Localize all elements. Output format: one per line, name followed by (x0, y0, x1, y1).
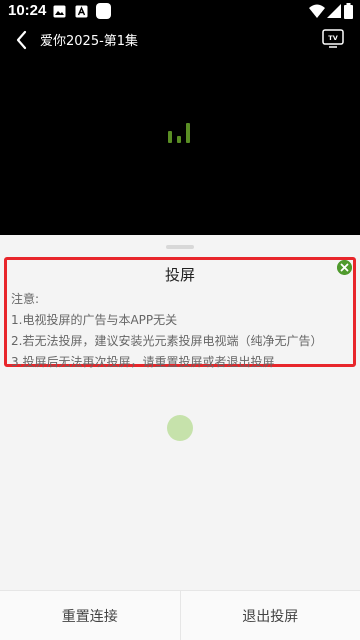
svg-text:TV: TV (328, 34, 337, 42)
notice-line: 1.电视投屏的广告与本APP无关 (11, 313, 178, 327)
notice-heading: 注意: (11, 292, 40, 306)
a-icon (75, 5, 88, 18)
video-title-bar: 爱你2025-第1集 TV (0, 24, 360, 54)
bottom-action-bar: 重置连接 退出投屏 (0, 590, 360, 640)
app-icon (96, 3, 111, 19)
battery-icon (344, 3, 353, 19)
notice-lines: 注意: 1.电视投屏的广告与本APP无关 2.若无法投屏，建议安装光元素投屏电视… (11, 289, 349, 373)
image-icon (53, 5, 66, 18)
cast-sheet: 投屏 注意: 1.电视投屏的广告与本APP无关 2.若无法投屏，建议安装光元素投… (0, 235, 360, 640)
loading-bars-icon (168, 123, 190, 143)
status-bar: 10:24 (0, 0, 360, 24)
status-time: 10:24 (8, 2, 47, 19)
reset-connection-button[interactable]: 重置连接 (0, 591, 180, 640)
tv-cast-icon[interactable]: TV (322, 29, 344, 49)
signal-icon (327, 4, 341, 18)
exit-cast-button[interactable]: 退出投屏 (179, 591, 360, 640)
cast-panel-title: 投屏 (164, 266, 195, 284)
video-player[interactable]: 10:24 爱你2025-第1集 TV (0, 0, 360, 235)
back-arrow-icon[interactable] (10, 28, 34, 52)
cast-notice-panel: 投屏 注意: 1.电视投屏的广告与本APP无关 2.若无法投屏，建议安装光元素投… (4, 257, 356, 369)
video-title: 爱你2025-第1集 (40, 34, 139, 49)
notice-line: 2.若无法投屏，建议安装光元素投屏电视端（纯净无广告） (11, 334, 323, 348)
wifi-icon (309, 4, 325, 18)
close-icon[interactable] (337, 260, 352, 275)
searching-indicator (167, 415, 193, 441)
notice-line: 3.投屏后无法再次投屏，请重置投屏或者退出投屏 (11, 355, 275, 369)
drag-handle[interactable] (166, 245, 194, 249)
